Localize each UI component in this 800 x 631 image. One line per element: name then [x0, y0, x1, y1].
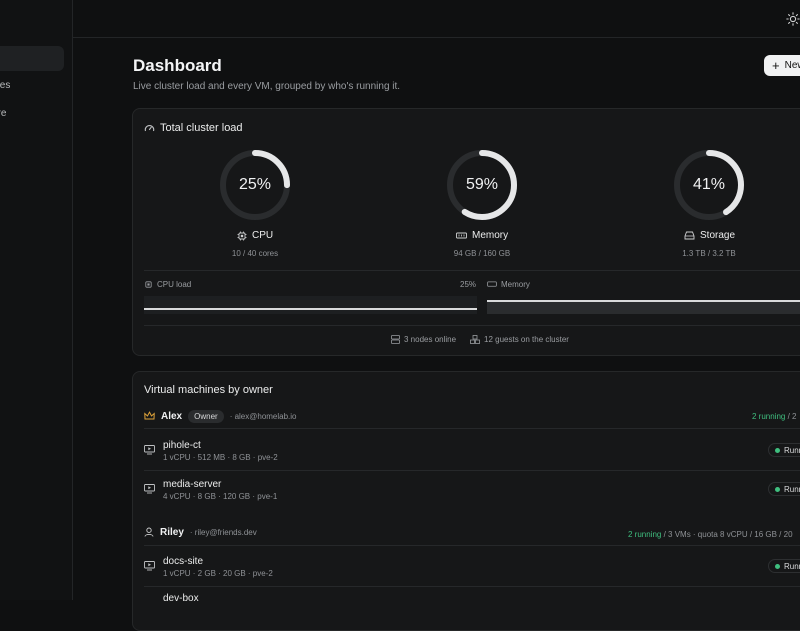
owner-alex: Alex Owner · alex@homelab.io: [144, 408, 297, 424]
owner-email: · alex@homelab.io: [229, 411, 297, 421]
memory-load-line: [487, 300, 800, 302]
owner-email: · riley@friends.dev: [189, 527, 257, 537]
top-bar: [73, 0, 800, 38]
crown-icon: [144, 411, 155, 420]
vm-meta: 1 vCPU · 2 GB · 20 GB · pve-2: [163, 569, 273, 578]
sidebar: ines ore: [0, 0, 73, 600]
storage-gauge: 41%: [672, 148, 746, 222]
running-count: 2 running: [628, 530, 662, 539]
cpu-load-value: 25%: [460, 280, 477, 289]
new-vm-button[interactable]: + New: [764, 55, 800, 76]
guests-count-text: 12 guests on the cluster: [484, 335, 569, 344]
storage-icon: [684, 231, 695, 240]
new-button-label: New: [784, 60, 800, 71]
memory-label-text: Memory: [472, 230, 509, 241]
status-dot: [775, 563, 780, 569]
status-text: Running: [784, 445, 800, 455]
owner-stats: 2 running / 3 VMs · quota 8 vCPU / 16 GB…: [628, 530, 793, 539]
owner-stats: 2 running / 2: [752, 412, 796, 421]
cluster-load-title: Total cluster load: [160, 122, 243, 134]
user-icon: [144, 527, 154, 537]
page-subtitle: Live cluster load and every VM, grouped …: [133, 81, 401, 92]
page-title: Dashboard: [133, 56, 222, 75]
boxes-icon: [470, 335, 480, 344]
status-dot: [775, 447, 780, 453]
vm-meta: 4 vCPU · 8 GB · 120 GB · pve-1: [163, 492, 278, 501]
storage-percent: 41%: [692, 176, 726, 193]
status-dot: [775, 486, 780, 492]
divider: [144, 270, 800, 271]
owner-riley: Riley · riley@friends.dev: [144, 524, 257, 540]
cpu-load-label: CPU load: [144, 280, 191, 289]
cpu-percent: 25%: [238, 176, 272, 193]
running-count: 2 running: [752, 412, 786, 421]
divider: [144, 428, 800, 429]
vm-meta: 1 vCPU · 512 MB · 8 GB · pve-2: [163, 453, 278, 462]
monitor-icon: [144, 445, 155, 455]
memory-load-label: Memory: [487, 280, 530, 289]
monitor-icon: [144, 484, 155, 494]
vm-name: pihole-ct: [163, 440, 201, 451]
cpu-label: CPU: [237, 230, 273, 241]
cpu-load-line: [144, 308, 477, 310]
memory-detail: 94 GB / 160 GB: [453, 249, 511, 258]
cpu-detail: 10 / 40 cores: [231, 249, 279, 258]
divider: [144, 586, 800, 587]
cpu-gauge: 25%: [218, 148, 292, 222]
nodes-online: 3 nodes online: [391, 335, 456, 344]
memory-gauge: 59%: [445, 148, 519, 222]
status-badge: Running: [768, 559, 800, 573]
status-badge: Running: [768, 482, 800, 496]
cpu-load-label-text: CPU load: [157, 280, 192, 289]
sidebar-item-more[interactable]: ore: [0, 108, 6, 119]
gauge-icon: [144, 124, 155, 132]
owner-badge: Owner: [188, 409, 224, 423]
status-badge: Running: [768, 443, 800, 457]
guests-count: 12 guests on the cluster: [470, 335, 569, 344]
owner-name: Riley: [160, 526, 184, 538]
nodes-online-text: 3 nodes online: [404, 335, 457, 344]
owner-name: Alex: [161, 410, 183, 422]
cpu-icon: [145, 281, 152, 288]
owner-stats-rest: / 2: [785, 412, 797, 421]
memory-load-label-text: Memory: [501, 280, 530, 289]
cpu-load-track: [144, 296, 477, 314]
memory-icon: [487, 281, 497, 287]
monitor-icon: [144, 561, 155, 571]
cpu-icon: [237, 231, 247, 240]
memory-icon: [456, 232, 467, 238]
cpu-label-text: CPU: [252, 230, 274, 241]
storage-detail: 1.3 TB / 3.2 TB: [682, 249, 736, 258]
divider: [144, 470, 800, 471]
memory-percent: 59%: [465, 176, 499, 193]
sidebar-item-machines[interactable]: ines: [0, 80, 10, 91]
sun-icon[interactable]: [786, 12, 800, 26]
storage-label-text: Storage: [700, 230, 736, 241]
server-icon: [391, 335, 400, 344]
vm-name: media-server: [163, 479, 222, 490]
storage-label: Storage: [684, 230, 735, 241]
memory-load-track: [487, 300, 800, 314]
plus-icon: +: [772, 58, 780, 73]
sidebar-item-dashboard[interactable]: [0, 46, 64, 71]
vms-by-owner-title: Virtual machines by owner: [144, 384, 273, 396]
status-text: Running: [784, 484, 800, 494]
vm-name: docs-site: [163, 556, 204, 567]
vm-name: dev-box: [163, 593, 199, 604]
status-text: Running: [784, 561, 800, 571]
divider: [144, 545, 800, 546]
memory-label: Memory: [456, 230, 508, 241]
owner-stats-rest: / 3 VMs · quota 8 vCPU / 16 GB / 20: [661, 530, 793, 539]
divider: [144, 325, 800, 326]
